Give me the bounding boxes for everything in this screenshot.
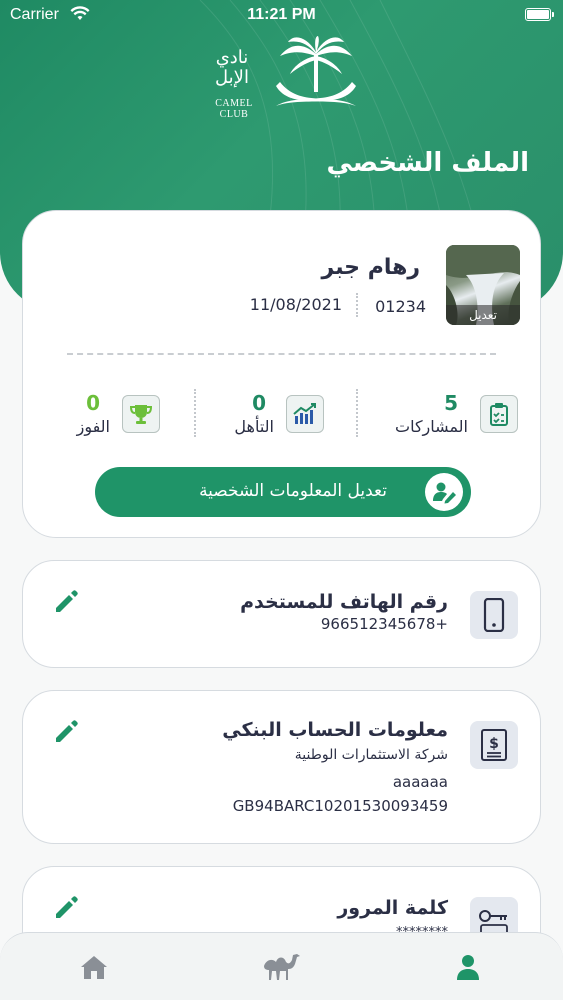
home-icon[interactable] [74, 947, 114, 987]
clipboard-check-icon [480, 395, 518, 433]
stat-label: الفوز [76, 417, 110, 436]
user-edit-icon [425, 473, 463, 511]
palm-swords-emblem-icon [276, 36, 356, 106]
phone-title: رقم الهاتف للمستخدم [240, 591, 448, 613]
camel-club-logo: نادي الإبل CAMEL CLUB [200, 36, 365, 120]
page-title: الملف الشخصي [326, 148, 529, 178]
phone-card: رقم الهاتف للمستخدم +966512345678 [22, 560, 541, 668]
bottom-navigation [0, 932, 563, 1000]
stat-value: 0 [252, 391, 266, 415]
user-icon[interactable] [448, 947, 488, 987]
trophy-icon [122, 395, 160, 433]
mobile-phone-icon [470, 591, 518, 639]
divider [194, 389, 196, 437]
stat-value: 0 [86, 391, 100, 415]
battery-icon [525, 8, 554, 21]
stat-label: التأهل [234, 417, 274, 436]
pencil-icon[interactable] [51, 893, 81, 923]
bank-account-card: $ معلومات الحساب البنكي شركة الاستثمارات… [22, 690, 541, 844]
edit-personal-info-button[interactable]: تعديل المعلومات الشخصية [95, 467, 471, 517]
stat-wins: 0 الفوز [50, 391, 160, 451]
avatar[interactable]: تعديل [446, 245, 520, 325]
password-title: كلمة المرور [337, 897, 448, 919]
stat-qualification: 0 التأهل [214, 391, 324, 451]
stat-participations: 5 المشاركات [388, 391, 518, 451]
user-id: 01234 [375, 297, 426, 316]
user-name: رهام جبر [321, 255, 420, 280]
account-holder: aaaaaa [392, 773, 448, 791]
status-bar: Carrier 11:21 PM [0, 0, 563, 30]
clock: 11:21 PM [247, 6, 316, 23]
bar-chart-up-icon [286, 395, 324, 433]
bank-document-icon: $ [470, 721, 518, 769]
stat-value: 5 [444, 391, 458, 415]
user-date: 11/08/2021 [249, 295, 342, 314]
logo-arabic-text: نادي الإبل [215, 47, 249, 88]
bank-title: معلومات الحساب البنكي [222, 719, 448, 741]
edit-personal-info-label: تعديل المعلومات الشخصية [199, 481, 387, 501]
bank-name: شركة الاستثمارات الوطنية [294, 747, 448, 763]
pencil-icon[interactable] [51, 717, 81, 747]
logo-english-text: CAMEL CLUB [215, 98, 253, 120]
dashed-divider [67, 353, 496, 355]
phone-number: +966512345678 [320, 615, 448, 633]
pencil-icon[interactable] [51, 587, 81, 617]
divider [356, 293, 358, 317]
avatar-edit-label[interactable]: تعديل [446, 305, 520, 325]
iban-number: GB94BARC10201530093459 [232, 797, 448, 815]
profile-card: تعديل رهام جبر 01234 11/08/2021 5 المشار… [22, 210, 541, 538]
camel-icon[interactable] [260, 947, 304, 987]
stat-label: المشاركات [395, 417, 468, 436]
svg-text:$: $ [489, 736, 499, 752]
divider [356, 389, 358, 437]
